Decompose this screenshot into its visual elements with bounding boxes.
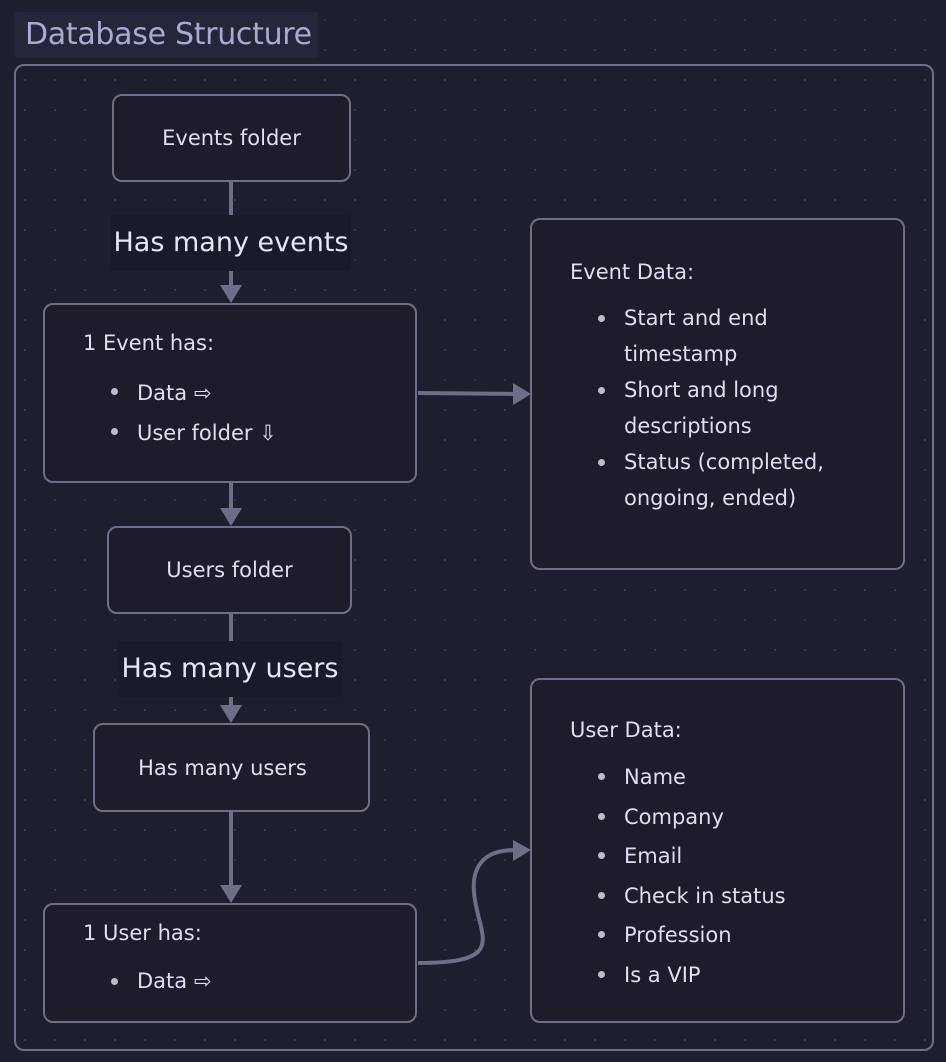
item-line: ongoing, ended)	[624, 486, 797, 510]
item-line: timestamp	[624, 342, 738, 366]
node-user-data-item: Is a VIP	[598, 956, 786, 996]
node-has-many-users-label: Has many users	[138, 755, 307, 780]
node-event-data-list: Start and end timestamp Short and long d…	[598, 300, 824, 516]
edge-label-has-many-events: Has many events	[111, 215, 351, 271]
node-event-data-item: Status (completed, ongoing, ended)	[598, 444, 824, 516]
arrowhead-user-data	[513, 840, 531, 861]
node-users-folder[interactable]: Users folder	[107, 526, 352, 614]
node-user-item: Data ⇨	[111, 963, 211, 999]
node-event-item: Data ⇨	[111, 373, 277, 413]
node-events-folder[interactable]: Events folder	[112, 94, 351, 182]
node-user[interactable]: 1 User has: Data ⇨	[43, 903, 417, 1023]
node-event-data-heading: Event Data:	[570, 260, 695, 284]
node-user-data-heading: User Data:	[570, 718, 682, 742]
node-has-many-users[interactable]: Has many users	[93, 723, 370, 812]
arrowhead-users	[220, 705, 242, 723]
node-event-list: Data ⇨ User folder ⇩	[111, 373, 277, 453]
node-event-item: User folder ⇩	[111, 413, 277, 453]
node-user-data-item: Profession	[598, 916, 786, 956]
node-event[interactable]: 1 Event has: Data ⇨ User folder ⇩	[43, 303, 417, 483]
arrowhead-users-folder	[220, 508, 242, 526]
node-user-data-list: Name Company Email Check in status Profe…	[598, 758, 786, 996]
edge-label-has-many-users: Has many users	[118, 641, 342, 697]
node-event-data[interactable]: Event Data: Start and end timestamp Shor…	[530, 218, 905, 570]
node-user-data-item: Company	[598, 798, 786, 838]
edge-event-to-event-data[interactable]	[417, 391, 517, 396]
node-user-list: Data ⇨	[111, 963, 211, 999]
arrowhead-user	[220, 885, 242, 903]
item-line: Start and end	[624, 306, 768, 330]
node-events-folder-label: Events folder	[162, 126, 301, 150]
node-users-folder-label: Users folder	[166, 558, 293, 582]
node-user-data-item: Email	[598, 837, 786, 877]
item-line: descriptions	[624, 414, 752, 438]
node-user-data-item: Name	[598, 758, 786, 798]
node-user-heading: 1 User has:	[83, 921, 202, 945]
node-event-data-item: Start and end timestamp	[598, 300, 824, 372]
node-event-heading: 1 Event has:	[83, 331, 215, 355]
item-line: Status (completed,	[624, 450, 824, 474]
arrowhead-event	[220, 285, 242, 303]
node-event-data-item: Short and long descriptions	[598, 372, 824, 444]
node-user-data[interactable]: User Data: Name Company Email Check in s…	[530, 678, 905, 1023]
node-user-data-item: Check in status	[598, 877, 786, 917]
arrowhead-event-data	[513, 383, 531, 405]
item-line: Short and long	[624, 378, 779, 402]
edge-user-to-user-data[interactable]	[417, 848, 517, 965]
